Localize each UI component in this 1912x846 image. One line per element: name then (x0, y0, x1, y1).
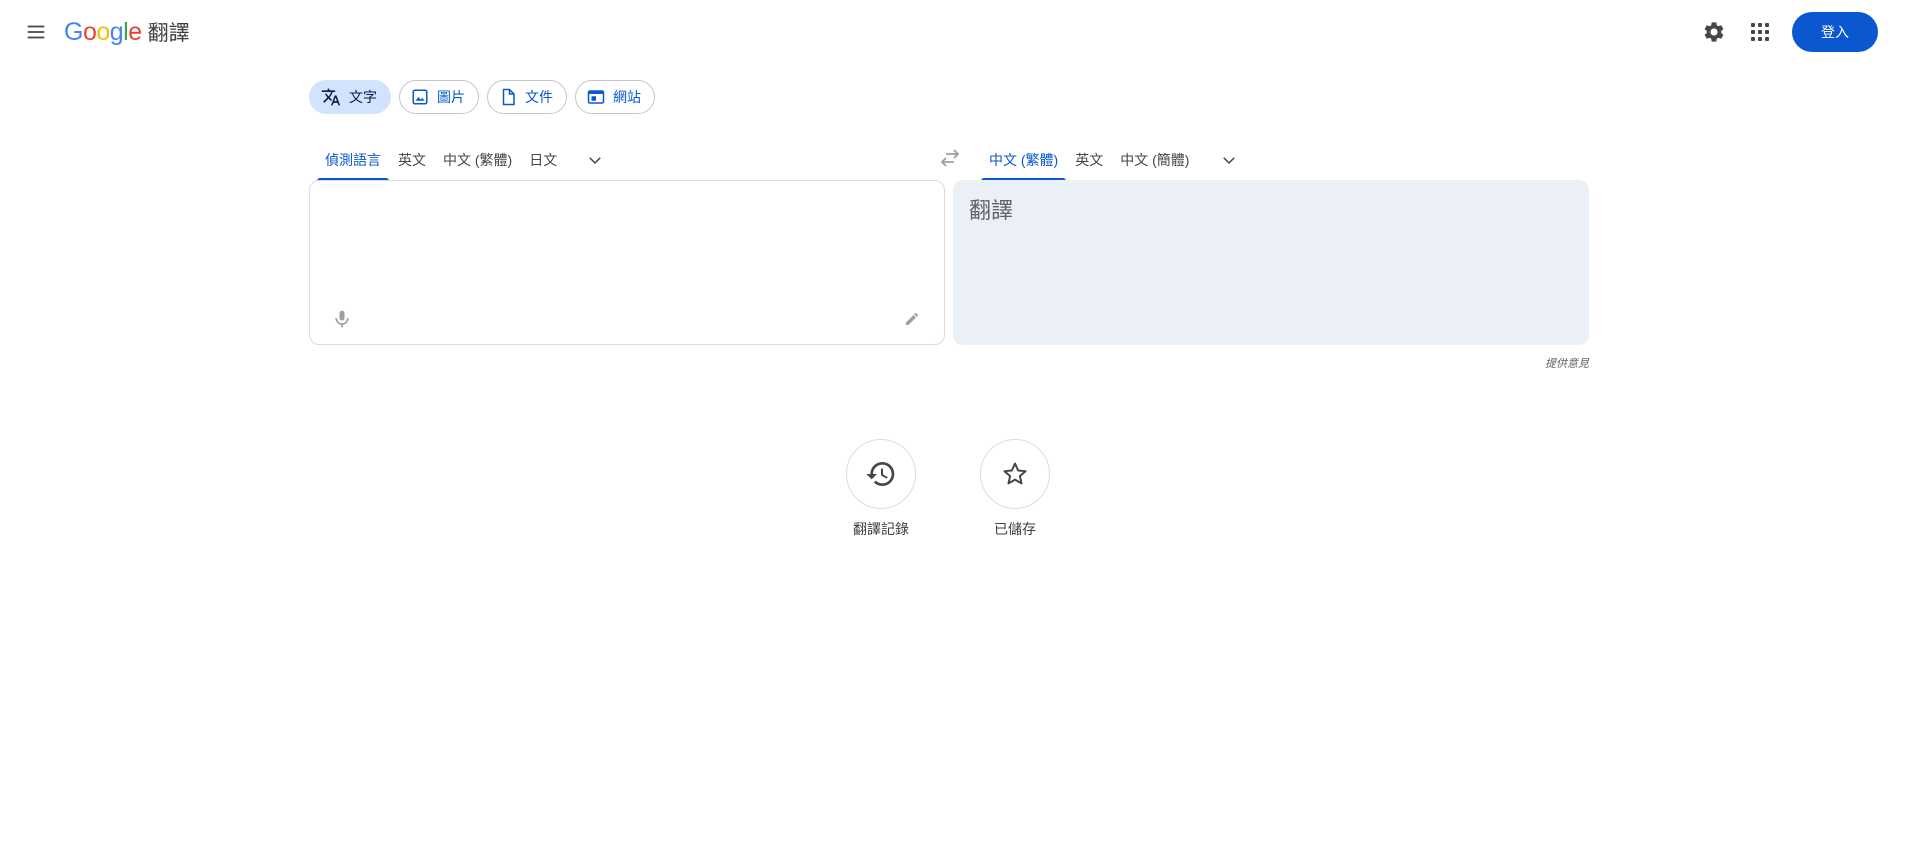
translate-icon (321, 88, 341, 106)
handwriting-button[interactable] (900, 307, 924, 331)
mode-image-button[interactable]: 圖片 (399, 80, 479, 114)
mode-text-button[interactable]: 文字 (309, 80, 391, 114)
target-lang-chinese-traditional[interactable]: 中文 (繁體) (981, 138, 1067, 182)
website-icon (587, 90, 605, 104)
source-lang-more-button[interactable] (575, 138, 615, 182)
history-button[interactable] (846, 439, 916, 509)
source-text-input[interactable] (326, 195, 930, 299)
google-translate-logo[interactable]: Google 翻譯 (64, 17, 190, 47)
sign-in-button[interactable]: 登入 (1792, 12, 1878, 52)
saved-label: 已儲存 (994, 522, 1036, 538)
target-lang-english[interactable]: 英文 (1067, 138, 1111, 182)
star-icon (1003, 462, 1027, 485)
mode-label: 文字 (349, 89, 377, 105)
mode-label: 網站 (613, 89, 641, 105)
logo-letter: g (109, 17, 124, 46)
logo-letter: o (96, 17, 110, 46)
menu-icon (27, 25, 45, 39)
top-app-bar: Google 翻譯 登入 (0, 0, 1912, 64)
target-lang-more-button[interactable] (1209, 138, 1249, 182)
google-apps-button[interactable] (1740, 12, 1780, 52)
source-lang-japanese[interactable]: 日文 (521, 138, 565, 182)
history-icon (866, 462, 895, 486)
history-label: 翻譯記錄 (853, 522, 909, 538)
saved-shortcut: 已儲存 (965, 439, 1065, 539)
saved-button[interactable] (980, 439, 1050, 509)
translation-output-text: 翻譯 (969, 199, 1014, 224)
pencil-icon (906, 312, 919, 325)
mode-website-button[interactable]: 網站 (575, 80, 655, 114)
translation-output-panel: 翻譯 (953, 180, 1589, 345)
apps-grid-icon (1751, 23, 1769, 41)
mode-label: 文件 (525, 89, 553, 105)
source-language-bar: 偵測語言 英文 中文 (繁體) 日文 (317, 138, 615, 182)
source-lang-english[interactable]: 英文 (390, 138, 434, 182)
microphone-icon (335, 310, 349, 328)
logo-letter: o (82, 17, 97, 46)
source-lang-detect[interactable]: 偵測語言 (317, 138, 389, 182)
send-feedback-link[interactable]: 提供意見 (1489, 355, 1589, 371)
chevron-down-icon (589, 157, 601, 165)
target-language-bar: 中文 (繁體) 英文 中文 (簡體) (981, 138, 1249, 182)
mode-document-button[interactable]: 文件 (487, 80, 567, 114)
chevron-down-icon (1223, 157, 1236, 165)
mode-label: 圖片 (437, 89, 465, 105)
target-lang-chinese-simplified[interactable]: 中文 (簡體) (1112, 138, 1197, 182)
image-icon (412, 89, 428, 105)
history-shortcut: 翻譯記錄 (831, 439, 931, 539)
document-icon (502, 88, 515, 106)
logo-letter: e (128, 17, 142, 46)
source-text-panel (309, 180, 945, 345)
settings-button[interactable] (1694, 12, 1734, 52)
main-menu-button[interactable] (18, 14, 54, 50)
product-name: 翻譯 (147, 21, 190, 45)
logo-letter: G (64, 17, 83, 46)
source-lang-chinese-traditional[interactable]: 中文 (繁體) (435, 138, 520, 182)
settings-icon (1704, 22, 1724, 42)
google-logo: Google (64, 18, 142, 47)
voice-input-button[interactable] (326, 303, 358, 335)
swap-arrows-icon (940, 149, 960, 167)
swap-languages-button[interactable] (930, 138, 970, 178)
translation-mode-bar: 文字 圖片 文件 網站 (309, 80, 655, 114)
